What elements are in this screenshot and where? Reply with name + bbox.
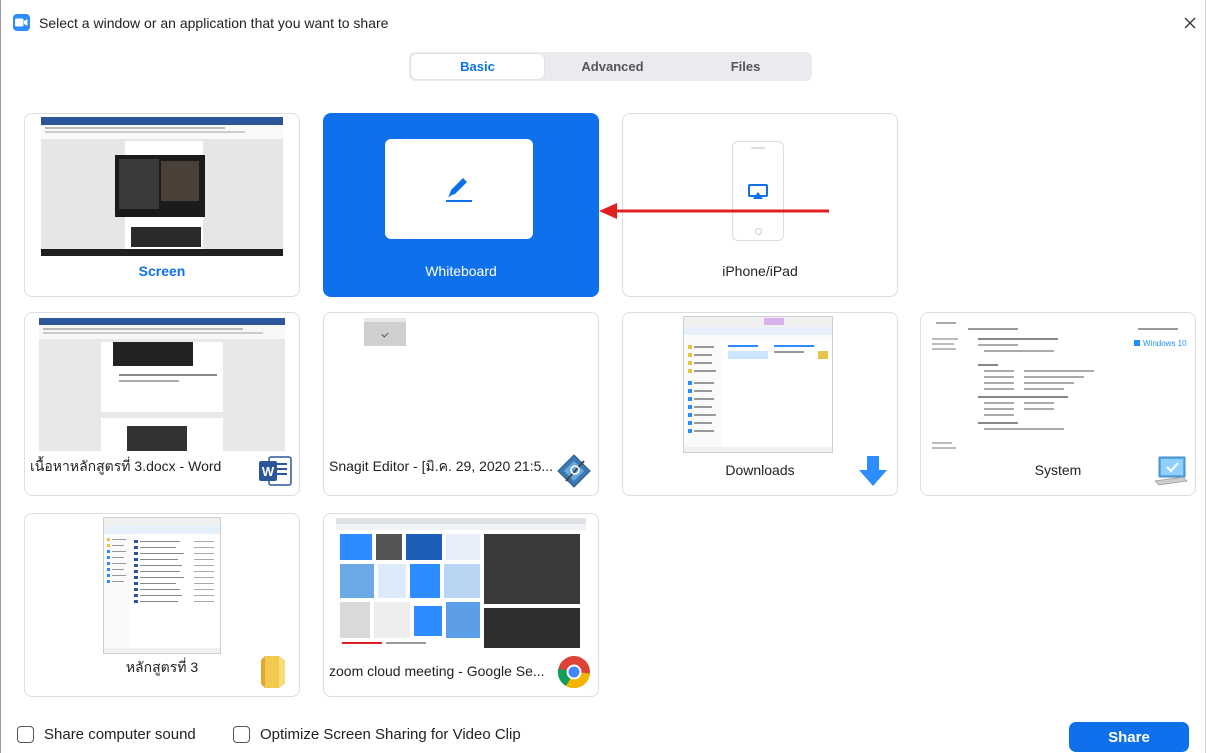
share-sound-checkbox[interactable] [17,726,34,743]
snagit-label: Snagit Editor - [มิ.ค. 29, 2020 21:5... [329,458,554,474]
tab-basic[interactable]: Basic [411,54,544,79]
download-arrow-icon [859,456,887,486]
pen-icon [446,178,472,202]
share-screen-dialog: Select a window or an application that y… [0,0,1206,753]
snagit-thumbnail [364,318,406,346]
tab-advanced[interactable]: Advanced [546,52,679,81]
share-option-system[interactable]: Windows 10 System [920,312,1196,496]
folder-icon [261,656,285,688]
share-button[interactable]: Share [1069,722,1189,752]
share-option-chrome[interactable]: zoom cloud meeting - Google Se... [323,513,599,697]
tab-files[interactable]: Files [679,52,812,81]
snagit-icon [557,454,591,488]
share-option-folder[interactable]: หลักสูตรที่ 3 [24,513,300,697]
share-option-screen[interactable]: Screen [24,113,300,297]
word-thumbnail [39,318,285,451]
optimize-video-checkbox[interactable] [233,726,250,743]
downloads-thumbnail [683,316,833,453]
zoom-app-icon [13,14,30,31]
svg-text:W: W [262,464,275,479]
airplay-icon [748,184,768,199]
share-sound-option[interactable]: Share computer sound [17,726,196,743]
phone-illustration [732,141,784,241]
iphone-ipad-label: iPhone/iPad [722,263,798,279]
share-option-snagit-editor[interactable]: Snagit Editor - [มิ.ค. 29, 2020 21:5... [323,312,599,496]
close-icon[interactable] [1179,12,1201,34]
computer-icon [1154,456,1188,486]
screen-label: Screen [138,263,186,279]
word-icon: W [259,456,292,486]
optimize-video-label: Optimize Screen Sharing for Video Clip [260,726,521,743]
share-tabs: Basic Advanced Files [409,52,812,81]
share-option-whiteboard[interactable]: Whiteboard [323,113,599,297]
whiteboard-preview [385,139,533,239]
chrome-label: zoom cloud meeting - Google Se... [329,663,545,679]
system-thumbnail: Windows 10 [928,316,1190,456]
whiteboard-label: Whiteboard [425,263,497,279]
optimize-video-option[interactable]: Optimize Screen Sharing for Video Clip [233,726,521,743]
dialog-title: Select a window or an application that y… [39,15,389,31]
share-option-word-document[interactable]: เนื้อหาหลักสูตรที่ 3.docx - Word W [24,312,300,496]
chrome-thumbnail [336,518,586,656]
share-option-downloads[interactable]: Downloads [622,312,898,496]
share-sound-label: Share computer sound [44,726,196,743]
title-bar: Select a window or an application that y… [1,0,1205,40]
screen-thumbnail [41,117,283,256]
share-option-iphone-ipad[interactable]: iPhone/iPad [622,113,898,297]
svg-text:Windows 10: Windows 10 [1143,339,1187,348]
word-document-label: เนื้อหาหลักสูตรที่ 3.docx - Word [30,458,222,474]
chrome-icon [557,656,590,689]
folder-window-thumbnail [103,517,221,654]
dialog-footer: Share computer sound Optimize Screen Sha… [1,718,1205,753]
